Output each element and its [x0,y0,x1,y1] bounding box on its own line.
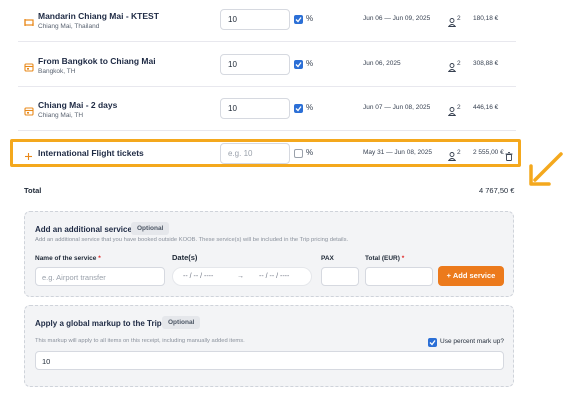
dates-label: Date(s) [172,253,198,262]
row-divider [18,86,516,87]
optional-badge: Optional [131,222,170,235]
total-label: Total [24,186,42,195]
panel-description: This markup will apply to all items on t… [35,338,245,344]
panel-title: Apply a global markup to the Trip [35,319,162,328]
global-markup-input[interactable]: 10 [35,351,504,370]
item-price: 446,16 € [473,104,499,111]
item-percent-checkbox[interactable] [294,104,303,113]
item-title: Chiang Mai - 2 days [38,100,118,110]
arrow-icon [529,152,563,186]
additional-service-panel: Add an additional service Optional Add a… [24,211,514,297]
calendar-icon [24,103,34,116]
highlight-box [10,139,521,167]
date-range-picker[interactable]: -- / -- / ---- → -- / -- / ---- [172,267,312,286]
service-name-label: Name of the service * [35,255,101,262]
item-markup-input[interactable]: 10 [220,54,290,75]
total-value: 4 767,50 € [479,186,515,195]
trip-item-row: Chiang Mai - 2 days Chiang Mai, TH 10 % … [18,89,516,131]
person-icon [447,14,457,27]
item-dates: Jun 06, 2025 [363,60,401,67]
date-to-input[interactable]: -- / -- / ---- [259,273,289,280]
item-location: Chiang Mai, TH [38,112,84,119]
person-icon [447,103,457,116]
row-divider [18,41,516,42]
percent-markup-checkbox[interactable] [428,338,437,347]
item-price: 308,88 € [473,60,499,67]
item-pax: 2 [457,104,461,111]
trip-item-row: From Bangkok to Chiang Mai Bangkok, TH 1… [18,45,516,87]
item-pax: 2 [457,60,461,67]
global-markup-panel: Apply a global markup to the Trip Option… [24,305,514,387]
total-eur-input[interactable] [365,267,433,286]
item-dates: Jun 07 — Jun 08, 2025 [363,104,431,111]
calendar-icon [24,59,34,72]
date-from-input[interactable]: -- / -- / ---- [183,273,213,280]
pax-input[interactable] [321,267,359,286]
item-dates: Jun 06 — Jun 09, 2025 [363,15,431,22]
item-title: Mandarin Chiang Mai - KTEST [38,11,159,21]
hotel-icon [24,14,34,26]
service-name-input[interactable]: e.g. Airport transfer [35,267,165,286]
item-title: From Bangkok to Chiang Mai [38,56,156,66]
panel-description: Add an additional service that you have … [35,237,349,243]
percent-symbol: % [306,103,314,112]
pax-label: PAX [321,255,334,262]
total-eur-label: Total (EUR) * [365,255,405,262]
add-service-button[interactable]: + Add service [438,266,504,286]
percent-markup-label: Use percent mark up? [440,338,504,345]
trip-item-row: Mandarin Chiang Mai - KTEST Chiang Mai, … [18,0,516,42]
item-percent-checkbox[interactable] [294,60,303,69]
person-icon [447,59,457,72]
item-percent-checkbox[interactable] [294,15,303,24]
item-markup-input[interactable]: 10 [220,98,290,119]
item-location: Bangkok, TH [38,68,76,75]
item-pax: 2 [457,15,461,22]
item-location: Chiang Mai, Thailand [38,23,100,30]
date-arrow: → [237,273,244,280]
item-markup-input[interactable]: 10 [220,9,290,30]
item-price: 180,18 € [473,15,499,22]
panel-title: Add an additional service [35,225,132,234]
optional-badge: Optional [162,316,201,329]
row-divider [18,130,516,131]
percent-symbol: % [306,59,314,68]
percent-symbol: % [306,14,314,23]
